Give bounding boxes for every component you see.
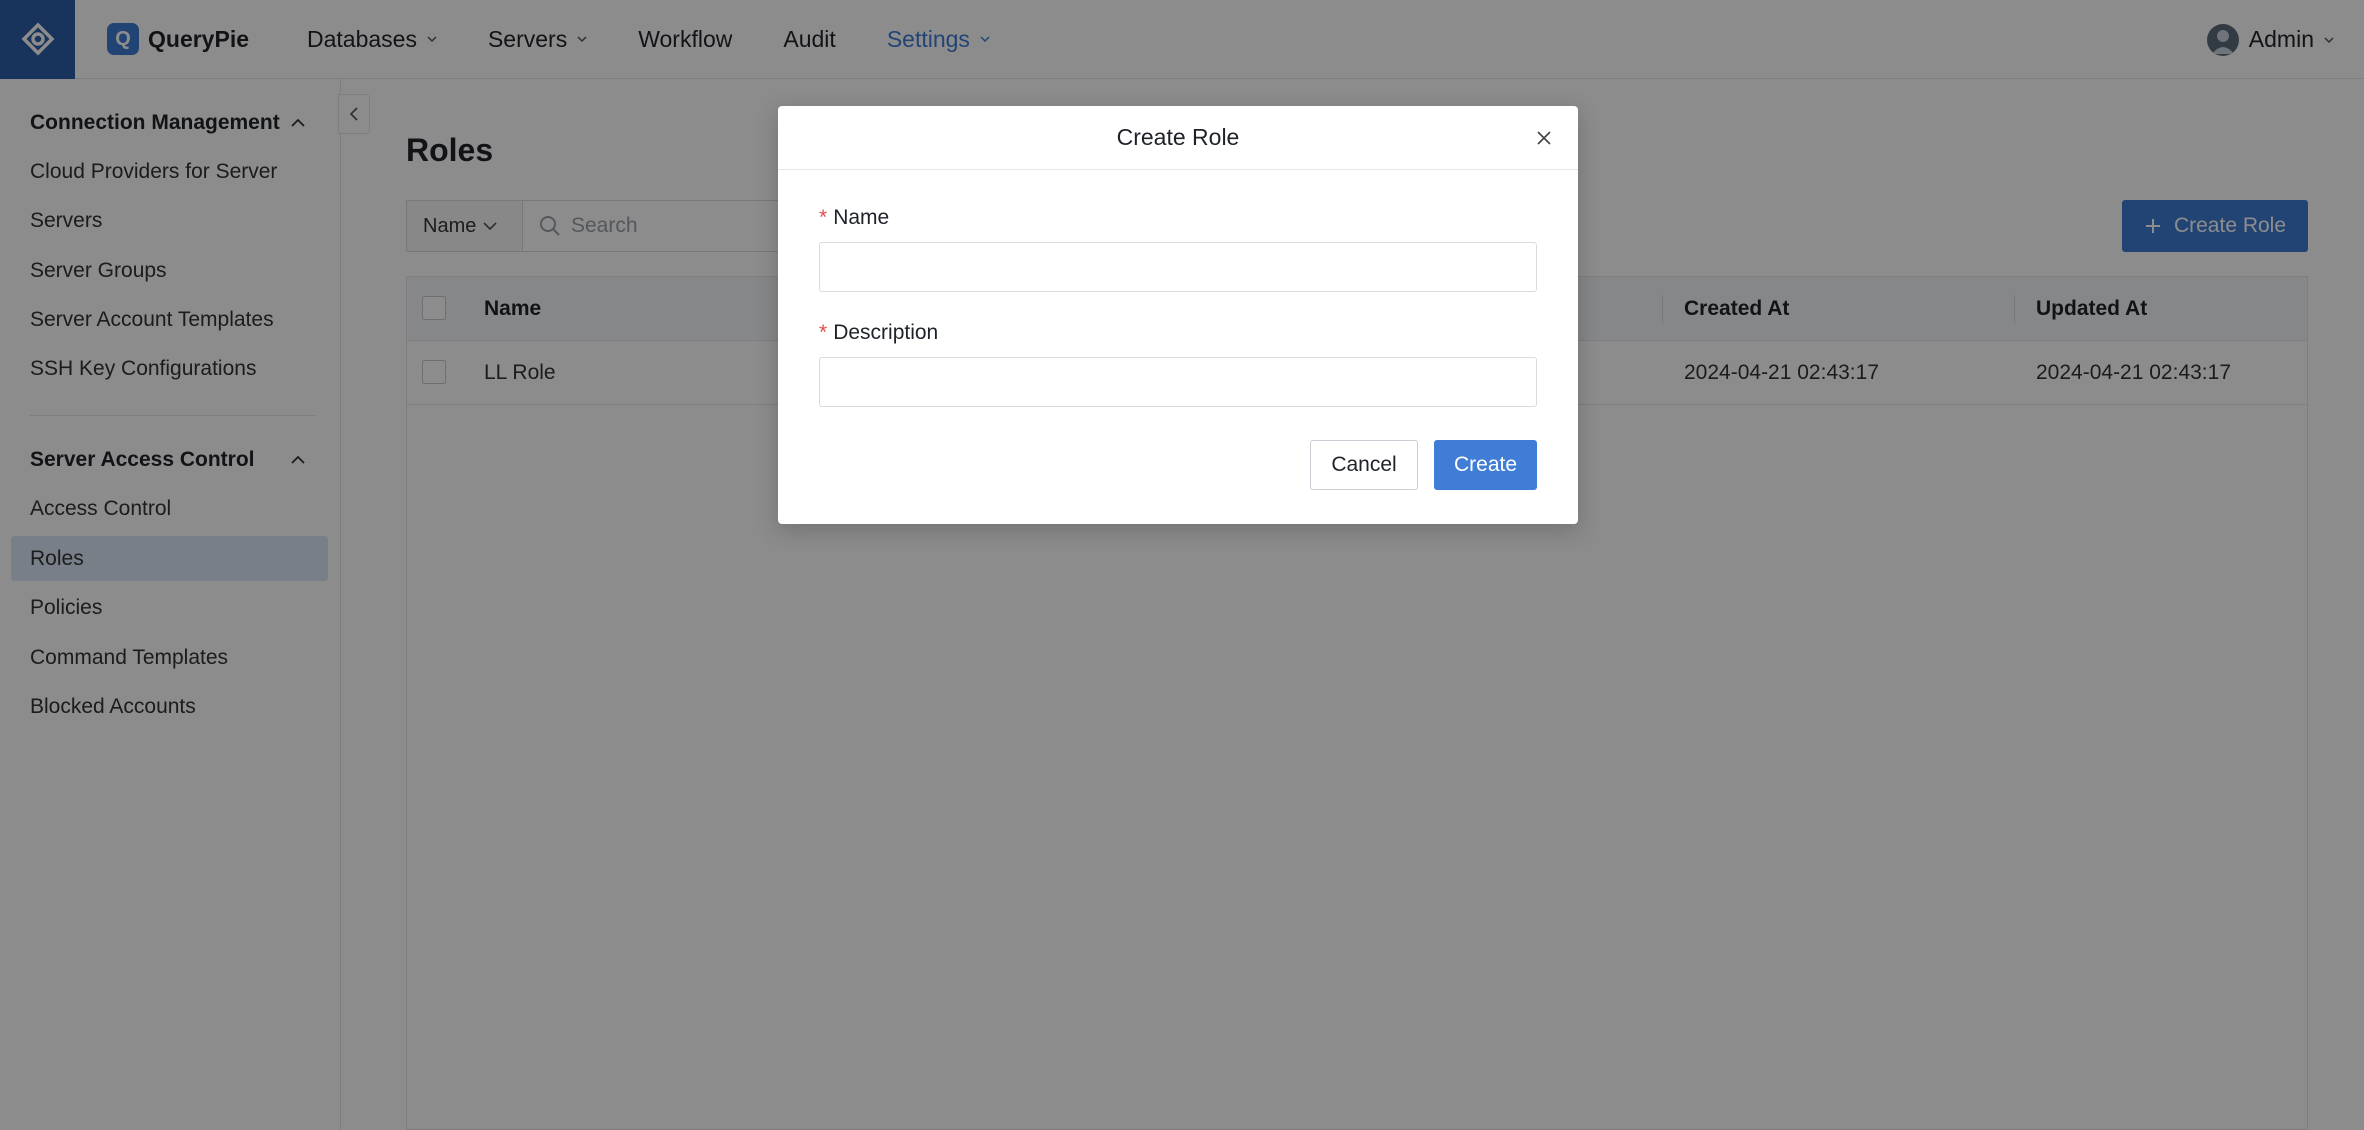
name-field[interactable]: [819, 242, 1537, 292]
create-button[interactable]: Create: [1434, 440, 1537, 490]
name-field-label: * Name: [819, 206, 889, 230]
close-icon: [1537, 131, 1551, 145]
dialog-header: Create Role: [778, 106, 1578, 170]
required-marker: *: [819, 206, 828, 229]
cancel-button[interactable]: Cancel: [1310, 440, 1418, 490]
required-marker: *: [819, 321, 828, 344]
description-label-text: Description: [833, 321, 939, 344]
description-field-label: * Description: [819, 321, 938, 345]
dialog-title: Create Role: [1116, 124, 1240, 150]
close-button[interactable]: [1532, 126, 1556, 150]
create-role-dialog: Create Role * Name * Description Cancel Cr…: [778, 106, 1578, 524]
description-field[interactable]: [819, 357, 1537, 407]
name-label-text: Name: [833, 206, 890, 229]
